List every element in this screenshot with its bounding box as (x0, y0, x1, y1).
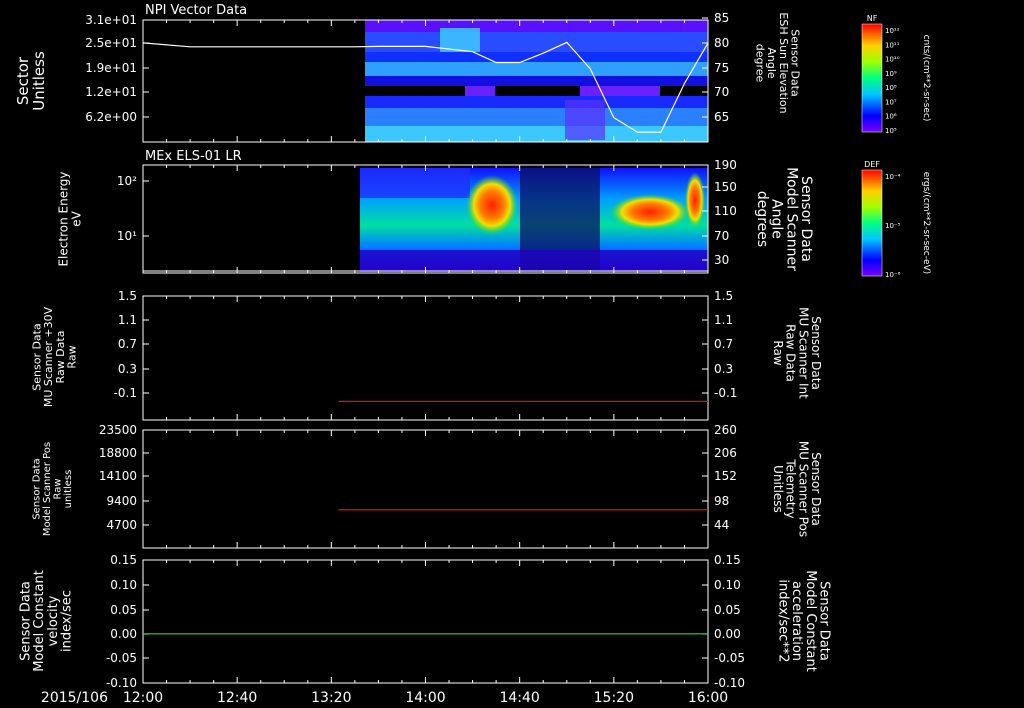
y-tick-label: 0.15 (714, 553, 741, 567)
y-axis-label: Raw (65, 345, 78, 368)
y-axis-label: Raw (52, 478, 63, 499)
y-tick-label: 260 (714, 423, 737, 437)
y-tick-label: 3.1e+01 (85, 13, 137, 27)
colorbar (861, 169, 883, 277)
y-axis-label: Unitless (30, 51, 48, 111)
colorbar-tick-label: 10⁹ (885, 70, 897, 78)
y-tick-label: 44 (714, 518, 729, 532)
y2-axis-label: degrees (754, 191, 770, 247)
y-axis-label: index/sec (59, 590, 74, 652)
y2-axis-label: Sensor Data (798, 176, 814, 262)
y-tick-label: 30 (714, 253, 729, 267)
y-tick-label: 80 (714, 36, 729, 50)
colorbar-units-label: cnts/(cm**2-sr-sec) (921, 35, 931, 122)
y-tick-label: -0.10 (714, 676, 745, 690)
y-axis-label: Sensor Data (31, 458, 42, 519)
y2-axis-label: Angle (769, 199, 785, 239)
time-tick-label: 13:20 (311, 690, 351, 706)
colorbar-tick-label: 10⁶ (885, 113, 897, 121)
panel-title: MEx ELS-01 LR (145, 149, 242, 164)
colorbar-tick-label: 10⁵ (885, 127, 897, 135)
panel-frame (142, 559, 709, 684)
y-tick-label: 1.5 (714, 289, 733, 303)
y-tick-label: 206 (714, 446, 737, 460)
y-tick-label: 0.05 (110, 603, 137, 617)
colorbar (861, 23, 883, 133)
y-tick-label: 1.2e+01 (85, 85, 137, 99)
y-tick-label: 14100 (99, 469, 137, 483)
y-tick-label: 0.3 (714, 362, 733, 376)
date-label: 2015/106 (41, 690, 108, 706)
y-tick-label: 0.10 (110, 578, 137, 592)
panel-frame (142, 429, 709, 549)
y-tick-label: 0.05 (714, 603, 741, 617)
colorbar-tick-label: 10⁻⁶ (885, 271, 901, 279)
y-tick-label: 1.9e+01 (85, 61, 137, 75)
time-tick-label: 15:20 (594, 690, 634, 706)
y2-axis-label: degree (754, 44, 767, 83)
colorbar-tag: DEF (864, 160, 880, 169)
colorbar-units-label: ergs/(cm**2-sr-sec-eV) (921, 172, 931, 274)
y-tick-label: -0.05 (714, 651, 745, 665)
colorbar-tick-label: 10⁻⁵ (885, 222, 901, 230)
y-tick-label: 85 (714, 11, 729, 25)
els-spectrogram (360, 168, 708, 272)
y-tick-label: 75 (714, 61, 729, 75)
y-tick-label: 4700 (106, 518, 137, 532)
y-axis-label: unitless (63, 470, 74, 509)
colorbar-tick-label: 10¹¹ (885, 41, 900, 49)
spectrogram-figure: 3.1e+01 2.5e+01 1.9e+01 1.2e+01 6.2e+00 85 80 7… (14, 3, 931, 706)
y-tick-label: 0.00 (110, 627, 137, 641)
panel-title: NPI Vector Data (145, 3, 247, 18)
y-axis-label: eV (69, 210, 83, 226)
y-tick-label: 10¹ (117, 229, 137, 243)
y-tick-label: 98 (714, 494, 729, 508)
y-tick-label: 10² (117, 174, 137, 188)
y-tick-label: 6.2e+00 (85, 110, 137, 124)
y-tick-label: 190 (714, 158, 737, 172)
y-tick-label: 65 (714, 110, 729, 124)
y-tick-label: 110 (714, 204, 737, 218)
y-tick-label: -0.1 (714, 386, 737, 400)
time-tick-label: 16:00 (688, 690, 728, 706)
time-tick-label: 14:40 (499, 690, 539, 706)
y2-axis-label: Model Scanner (783, 167, 799, 271)
y-tick-label: 2.5e+01 (85, 36, 137, 50)
y2-axis-label: index/sec**2 (776, 579, 791, 662)
y-axis-label: Model Scanner Pos (42, 442, 53, 536)
y-tick-label: 9400 (106, 494, 137, 508)
y-tick-label: 1.1 (714, 313, 733, 327)
colorbar-tick-label: 10⁸ (885, 84, 897, 92)
time-tick-label: 14:00 (405, 690, 445, 706)
colorbar-tick-label: 10¹⁰ (885, 56, 900, 64)
time-tick-label: 12:00 (123, 690, 163, 706)
y-tick-label: 152 (714, 469, 737, 483)
y-tick-label: 70 (714, 85, 729, 99)
y-tick-label: -0.05 (106, 651, 137, 665)
y-tick-label: 0.3 (118, 362, 137, 376)
y-tick-label: 18800 (99, 446, 137, 460)
y-tick-label: 150 (714, 180, 737, 194)
y2-axis-label: Unitless (771, 465, 785, 513)
y-tick-label: 1.5 (118, 289, 137, 303)
y-tick-label: 0.15 (110, 553, 137, 567)
y-tick-label: 23500 (99, 423, 137, 437)
colorbar-tick-label: 10¹² (885, 27, 900, 35)
y-tick-label: 1.1 (118, 313, 137, 327)
y-tick-label: 70 (714, 229, 729, 243)
y2-axis-label: Raw (771, 340, 785, 365)
colorbar-tick-label: 10⁻⁴ (885, 173, 901, 181)
y-tick-label: 0.7 (118, 337, 137, 351)
y-tick-label: 0.00 (714, 627, 741, 641)
colorbar-tag: NF (867, 14, 878, 23)
colorbar-tick-label: 10⁷ (885, 98, 897, 106)
y-tick-label: -0.1 (114, 386, 137, 400)
npi-spectrogram (365, 20, 708, 142)
y-tick-label: 0.10 (714, 578, 741, 592)
time-tick-label: 12:40 (217, 690, 257, 706)
y-tick-label: 0.7 (714, 337, 733, 351)
y-tick-label: -0.10 (106, 676, 137, 690)
